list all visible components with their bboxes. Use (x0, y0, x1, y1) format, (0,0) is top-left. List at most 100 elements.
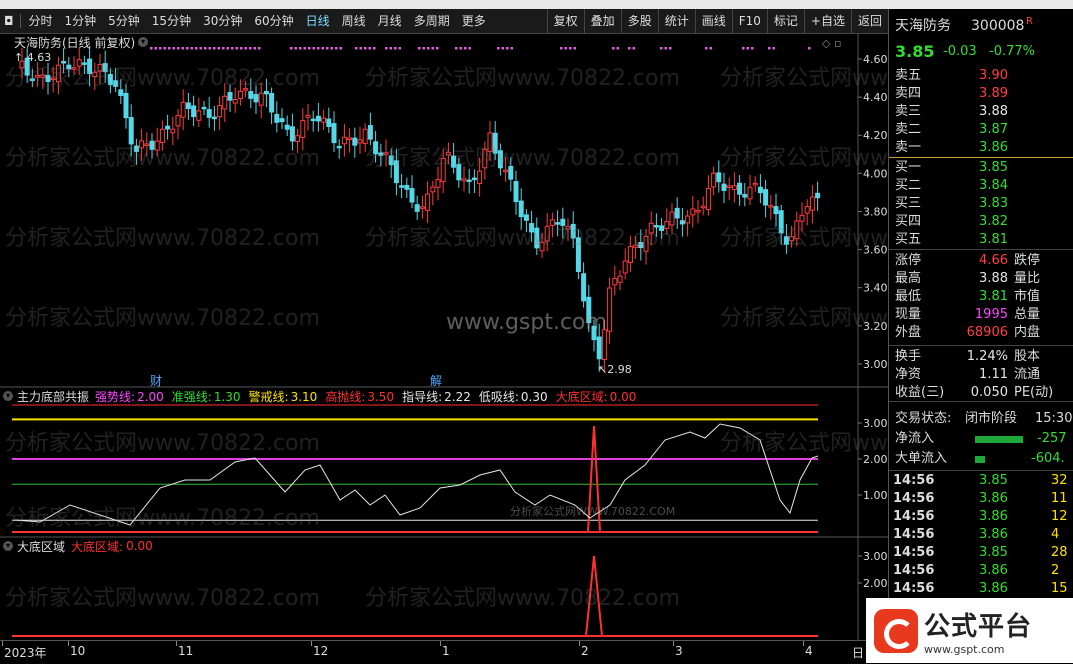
flow-divider (889, 470, 1073, 471)
chevron-down-icon[interactable]: ▾ (3, 391, 13, 401)
panel-row-label2: 量比 (1014, 271, 1041, 286)
sub1-title-row: ▾ 主力底部共振 强势线: 2.00 准强线: 1.30 警戒线: 3.10 高抛线: 3.5… (0, 388, 644, 404)
date-tick (68, 641, 69, 646)
book-divider (889, 249, 1073, 250)
candle-body (705, 188, 711, 211)
panel-row-label: 净资 (895, 367, 922, 382)
axis-tick-label: 3.40 (863, 282, 888, 295)
panel-row: 净资 1.11 流通 (889, 366, 1073, 384)
cai-marker[interactable]: 财 (150, 372, 162, 389)
panel-row: 换手 1.24% 股本 (889, 348, 1073, 366)
candle-body (679, 220, 685, 225)
signal-dot (312, 47, 315, 50)
date-label: 1 (442, 644, 450, 658)
candle-body (185, 102, 191, 110)
panel-row: 卖三 3.88 (889, 103, 1073, 121)
candle-body (815, 192, 821, 199)
candle-body (217, 105, 223, 118)
watermark: 分析家公式网www.70822.com (365, 146, 680, 171)
tick-row[interactable]: 14:56 3.86 11 (889, 490, 1073, 508)
signal-dot (217, 47, 220, 50)
chevron-down-icon[interactable]: ▾ (138, 37, 149, 47)
candle-body (305, 114, 311, 118)
tick-volume: 2 (1051, 563, 1060, 578)
panel-row-label: 卖二 (895, 122, 922, 137)
tick-row[interactable]: 14:56 3.86 2 (889, 562, 1073, 580)
panel-row-label: 最低 (895, 289, 922, 304)
signal-dot (258, 47, 261, 50)
candle-body (269, 93, 275, 113)
panel-row: 买五 3.81 (889, 231, 1073, 249)
candle-body (617, 275, 623, 283)
sub2-name: 大底区域 (17, 539, 66, 554)
panel-row-value: 1995 (974, 307, 1008, 322)
candle-body (685, 215, 691, 224)
tick-row[interactable]: 14:56 3.85 32 (889, 472, 1073, 490)
axis-tick-label: 2.00 (863, 577, 888, 590)
signal-dot (705, 47, 708, 50)
sub1-legend-label: 大底区域: (555, 389, 608, 404)
signal-dot (664, 47, 667, 50)
sub2-item-label: 大底区域: (71, 539, 124, 554)
panel-row-label: 卖一 (895, 140, 922, 155)
signal-dot (308, 47, 311, 50)
candle-body (700, 205, 706, 209)
signal-dot (772, 47, 775, 50)
jie-marker[interactable]: 解 (430, 372, 442, 389)
signal-dots (150, 47, 811, 50)
logo: 公式平台 www.gspt.com (866, 598, 1073, 663)
candle-body (690, 208, 696, 216)
trade-state-row: 交易状态: 闭市阶段 15:30 (889, 410, 1073, 428)
candle-body (607, 287, 613, 332)
date-axis-tail: 日 (852, 646, 865, 660)
candle-body (711, 172, 717, 188)
settings-icon[interactable]: ◇ ▫ (822, 37, 841, 50)
tick-row[interactable]: 14:56 3.86 4 (889, 526, 1073, 544)
date-label: 2 (581, 644, 589, 658)
candle-body (742, 194, 748, 198)
candle-body (752, 182, 758, 186)
candle-body (300, 120, 306, 138)
signal-dot (746, 47, 749, 50)
tick-time: 14:56 (893, 509, 935, 524)
tick-row[interactable]: 14:56 3.86 15 (889, 580, 1073, 598)
tick-row[interactable]: 14:56 3.85 28 (889, 544, 1073, 562)
margin-flag: R (1026, 16, 1033, 27)
tick-time: 14:56 (893, 491, 935, 506)
signal-dot (418, 47, 421, 50)
panel-row-label2: 股本 (1014, 349, 1041, 364)
signal-dot (321, 47, 324, 50)
signal-dot (290, 47, 293, 50)
signal-dot (163, 47, 166, 50)
candle-body (773, 206, 779, 215)
candle-body (674, 207, 680, 219)
candle-body (191, 105, 197, 118)
date-label: 4 (805, 644, 813, 658)
signal-dot (768, 47, 771, 50)
trade-state-label: 交易状态: (895, 411, 952, 426)
tick-price: 3.85 (979, 473, 1008, 488)
sub1-legend-label: 指导线: (402, 389, 443, 404)
flow-value: -257 (1037, 431, 1067, 446)
panel-row-label: 外盘 (895, 325, 922, 340)
candle-body (695, 209, 701, 213)
tick-row[interactable]: 14:56 3.86 12 (889, 508, 1073, 526)
flow-label: 净流入 (895, 431, 935, 446)
panel-row-label: 卖四 (895, 86, 922, 101)
signal-dot (389, 47, 392, 50)
axis-tick-label: 3.80 (863, 205, 888, 218)
panel-row-label2: 内盘 (1014, 325, 1041, 340)
candle-body (404, 184, 410, 190)
watermark: 分析家公式网www.70822.com (5, 306, 320, 331)
candle-body (737, 182, 743, 195)
date-tick (2, 641, 3, 646)
chevron-down-icon[interactable]: ▾ (3, 541, 13, 551)
tick-volume: 28 (1051, 545, 1068, 560)
panel-row-value: 0.050 (970, 385, 1008, 400)
signal-dot (317, 47, 320, 50)
center-watermark: www.gspt.com (446, 310, 607, 335)
signal-dot (159, 47, 162, 50)
signal-dot (253, 47, 256, 50)
candle-body (726, 185, 732, 188)
panel-row: 现量 1995 总量 (889, 306, 1073, 324)
